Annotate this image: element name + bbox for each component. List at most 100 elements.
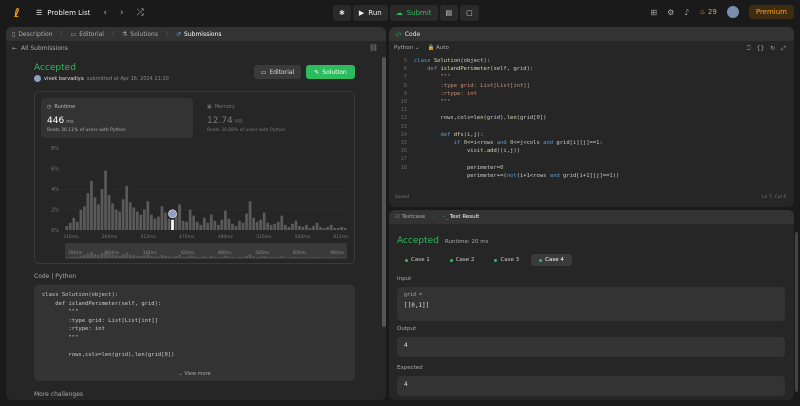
- mini-tick-label: 204ms: [68, 250, 82, 255]
- tab-editorial[interactable]: ▭ Editorial: [71, 31, 104, 38]
- feedback-button[interactable]: ▢: [460, 5, 479, 21]
- share-link-icon[interactable]: ⛓: [369, 44, 378, 52]
- case-tab-1[interactable]: Case 1: [397, 254, 438, 266]
- x-tick-label: 470ms: [179, 234, 195, 240]
- performance-card: ◷ Runtime 446 ms Beats 36.11% of users wit…: [34, 91, 355, 264]
- left-scrollbar[interactable]: [382, 57, 386, 327]
- bar: [139, 214, 143, 230]
- runtime-unit: ms: [66, 119, 74, 125]
- code-source[interactable]: class Solution(object): def islandPerime…: [414, 57, 619, 180]
- submission-panel: ▯ Description | ▭ Editorial | ⚗ Solutions |…: [6, 27, 386, 400]
- view-more-button[interactable]: ⌄ View more: [34, 367, 355, 381]
- code-editor[interactable]: 5 6 7 8 9 10 11 12 13 14 15 16 17 18 class Solution(o…: [389, 57, 794, 197]
- runtime-distribution-chart[interactable]: 8% 6% 4% 2% 0% 216ms 264ms 312ms 470ms 480ms 516ms…: [35, 142, 356, 263]
- right-scrollbar[interactable]: [795, 232, 798, 392]
- bookmark-icon[interactable]: ⎕: [747, 45, 751, 53]
- code-panel-title: Code: [404, 30, 421, 38]
- mini-bar: [83, 255, 86, 258]
- solution-button[interactable]: ✎ Solution: [306, 65, 355, 79]
- mini-bar: [238, 256, 241, 258]
- mini-bar: [248, 254, 252, 258]
- chip-icon: ▣: [207, 104, 212, 110]
- bar: [97, 204, 100, 230]
- tab-divider: |: [433, 214, 436, 220]
- reset-icon[interactable]: ↻: [770, 45, 775, 53]
- mini-bar: [153, 256, 157, 258]
- prev-problem-icon[interactable]: ‹: [103, 8, 107, 18]
- auto-toggle[interactable]: 🔒 Auto: [427, 45, 448, 51]
- note-icon: ▤: [445, 9, 453, 17]
- code-brackets-icon: ‹/›: [395, 30, 402, 38]
- input-label: Input: [397, 276, 412, 282]
- bar: [319, 226, 322, 230]
- mini-bar: [255, 257, 259, 258]
- top-bar: ℓ ☰ Problem List ‹ › ⤮ ✱ ▶ Run ☁ Submit …: [0, 0, 800, 26]
- submitter-name[interactable]: vivek barvadiya: [44, 76, 84, 82]
- fullscreen-icon[interactable]: ⤢: [781, 45, 786, 53]
- tab-solutions-label: Solutions: [130, 30, 158, 38]
- bar: [298, 225, 301, 230]
- submit-button[interactable]: ☁ Submit: [389, 5, 438, 21]
- problem-list-link[interactable]: ☰ Problem List ‹ › ⤮: [36, 8, 144, 18]
- bar: [111, 203, 114, 230]
- shuffle-icon[interactable]: ⤮: [137, 8, 144, 18]
- clock-icon: ◷: [47, 104, 52, 110]
- mini-bar: [160, 255, 164, 258]
- mini-bar: [171, 256, 174, 258]
- submitter-avatar: [34, 75, 41, 82]
- line-number: 5: [403, 58, 407, 64]
- case-tab-2[interactable]: Case 2: [442, 254, 483, 266]
- tab-test-result[interactable]: ›_ Test Result: [443, 214, 479, 220]
- mini-bar: [283, 257, 287, 258]
- code-line: rows,cols=len(grid),len(grid[0]): [414, 115, 547, 122]
- mini-bar: [142, 255, 146, 258]
- layout-icon[interactable]: ⊞: [650, 8, 657, 17]
- user-avatar[interactable]: [726, 6, 739, 18]
- save-status: Saved: [395, 195, 409, 200]
- tab-description[interactable]: ▯ Description: [12, 31, 52, 38]
- back-to-submissions[interactable]: ← All Submissions: [6, 41, 386, 55]
- bar: [266, 222, 270, 230]
- bar: [90, 180, 93, 230]
- tab-submissions[interactable]: ↺ Submissions: [176, 31, 221, 38]
- bar: [312, 225, 315, 230]
- bar: [315, 222, 319, 230]
- debug-button[interactable]: ✱: [333, 5, 351, 21]
- pass-dot-icon: [405, 258, 408, 262]
- premium-button[interactable]: Premium: [748, 5, 794, 19]
- settings-gear-icon[interactable]: ⚙: [667, 8, 674, 17]
- mini-bar: [241, 257, 245, 258]
- braces-icon[interactable]: {}: [757, 45, 765, 53]
- tab-solutions[interactable]: ⚗ Solutions: [122, 31, 158, 38]
- streak-counter[interactable]: ♨ 29: [699, 8, 716, 16]
- bar: [220, 219, 224, 230]
- bar: [259, 219, 262, 230]
- case-tab-4[interactable]: Case 4: [531, 254, 572, 266]
- runtime-stat[interactable]: ◷ Runtime 446 ms Beats 36.11% of users wit…: [41, 98, 193, 138]
- memory-stat[interactable]: ▣ Memory 12.74 MB Beats 30.88% of users wi…: [201, 98, 351, 138]
- runtime-beats: Beats 36.11% of users with Python: [47, 128, 126, 133]
- mini-bar: [135, 255, 139, 258]
- code-line: """: [42, 334, 79, 341]
- mini-bar: [252, 256, 255, 258]
- notification-bell-icon[interactable]: ♪: [684, 8, 689, 17]
- case-tab-3[interactable]: Case 3: [486, 254, 527, 266]
- bar: [227, 218, 231, 230]
- run-button[interactable]: ▶ Run: [352, 5, 388, 21]
- bar: [135, 211, 139, 230]
- notes-button[interactable]: ▤: [439, 5, 459, 21]
- mini-bar: [209, 256, 213, 258]
- streak-count: 29: [707, 8, 717, 16]
- mini-bar: [86, 253, 90, 258]
- bar: [100, 189, 104, 230]
- mini-tick-label: 600ms: [293, 250, 307, 255]
- next-problem-icon[interactable]: ›: [120, 8, 124, 18]
- language-label: Python: [394, 45, 414, 51]
- bar: [181, 220, 185, 230]
- tab-testcase[interactable]: ☑ Testcase: [395, 214, 425, 220]
- leetcode-logo-icon[interactable]: ℓ: [10, 6, 24, 20]
- mini-bar: [65, 257, 69, 258]
- view-more-label: View more: [184, 371, 211, 377]
- language-select[interactable]: Python ⌄: [394, 45, 419, 51]
- editorial-button[interactable]: ▭ Editorial: [254, 65, 301, 79]
